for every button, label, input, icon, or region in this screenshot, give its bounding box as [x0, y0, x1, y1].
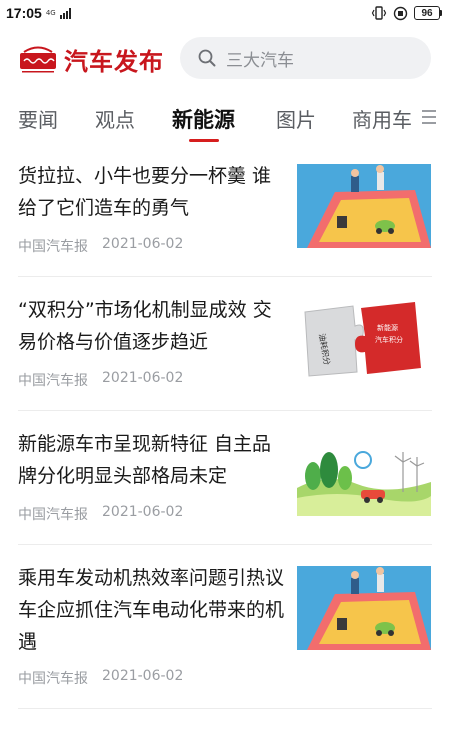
- news-date: 2021-06-02: [102, 504, 184, 520]
- news-title[interactable]: 货拉拉、小牛也要分一杯羹 谁给了它们造车的勇气: [18, 160, 286, 224]
- news-date: 2021-06-02: [102, 370, 184, 386]
- news-date: 2021-06-02: [102, 668, 184, 684]
- battery-level: 96: [414, 6, 440, 20]
- tab-commercial-vehicles[interactable]: 商用车: [352, 104, 412, 133]
- puzzle-label-credit: 汽车积分: [375, 335, 403, 344]
- divider: [18, 410, 432, 411]
- news-source: 中国汽车报: [18, 507, 88, 523]
- vibrate-icon: [371, 6, 387, 20]
- divider: [18, 276, 432, 277]
- status-left: 17:05 4G: [6, 5, 71, 21]
- news-title[interactable]: “双积分”市场化机制显成效 交易价格与价值逐步趋近: [18, 294, 286, 358]
- tab-headlines[interactable]: 要闻: [18, 104, 58, 133]
- newspaper-logo-icon: [20, 46, 56, 73]
- network-label: 4G: [45, 8, 56, 17]
- divider: [18, 708, 432, 709]
- app-header: 汽车发布 三大汽车: [0, 34, 450, 84]
- news-title[interactable]: 乘用车发动机热效率问题引热议 车企应抓住汽车电动化带来的机遇: [18, 562, 286, 658]
- status-right: 96: [371, 6, 442, 21]
- news-source: 中国汽车报: [18, 373, 88, 389]
- search-placeholder: 三大汽车: [226, 50, 294, 71]
- app-logo[interactable]: 汽车发布: [18, 42, 164, 77]
- active-tab-indicator: [189, 139, 219, 142]
- news-source: 中国汽车报: [18, 671, 88, 687]
- green-landscape-illustration-thumb[interactable]: [297, 432, 431, 516]
- sandbox-illustration-thumb[interactable]: [297, 164, 431, 248]
- signal-icon: [59, 7, 71, 19]
- sandbox-illustration-thumb[interactable]: [297, 566, 431, 650]
- network-type: 4G: [45, 8, 56, 17]
- news-meta: 中国汽车报 2021-06-02: [18, 236, 183, 256]
- search-icon: [198, 49, 216, 67]
- category-tabs: 要闻 观点 新能源 图片 商用车: [0, 92, 450, 148]
- status-bar: 17:05 4G 96: [0, 0, 450, 26]
- tab-opinion[interactable]: 观点: [95, 104, 135, 133]
- divider: [18, 544, 432, 545]
- battery-icon: 96: [414, 6, 442, 20]
- puzzle-illustration-thumb[interactable]: 油耗积分 新能源 汽车积分: [297, 298, 431, 382]
- news-title[interactable]: 新能源车市呈现新特征 自主品牌分化明显头部格局未定: [18, 428, 286, 492]
- tab-new-energy[interactable]: 新能源: [172, 104, 235, 134]
- alarm-icon: [393, 6, 408, 20]
- menu-icon[interactable]: [422, 110, 436, 128]
- search-box[interactable]: 三大汽车: [180, 37, 431, 79]
- puzzle-label-nev: 新能源: [377, 323, 398, 332]
- news-date: 2021-06-02: [102, 236, 184, 252]
- news-meta: 中国汽车报 2021-06-02: [18, 668, 183, 688]
- logo-text: 汽车发布: [64, 47, 164, 76]
- tab-pictures[interactable]: 图片: [276, 104, 316, 133]
- news-source: 中国汽车报: [18, 239, 88, 255]
- status-time: 17:05: [6, 5, 42, 21]
- news-meta: 中国汽车报 2021-06-02: [18, 504, 183, 524]
- news-meta: 中国汽车报 2021-06-02: [18, 370, 183, 390]
